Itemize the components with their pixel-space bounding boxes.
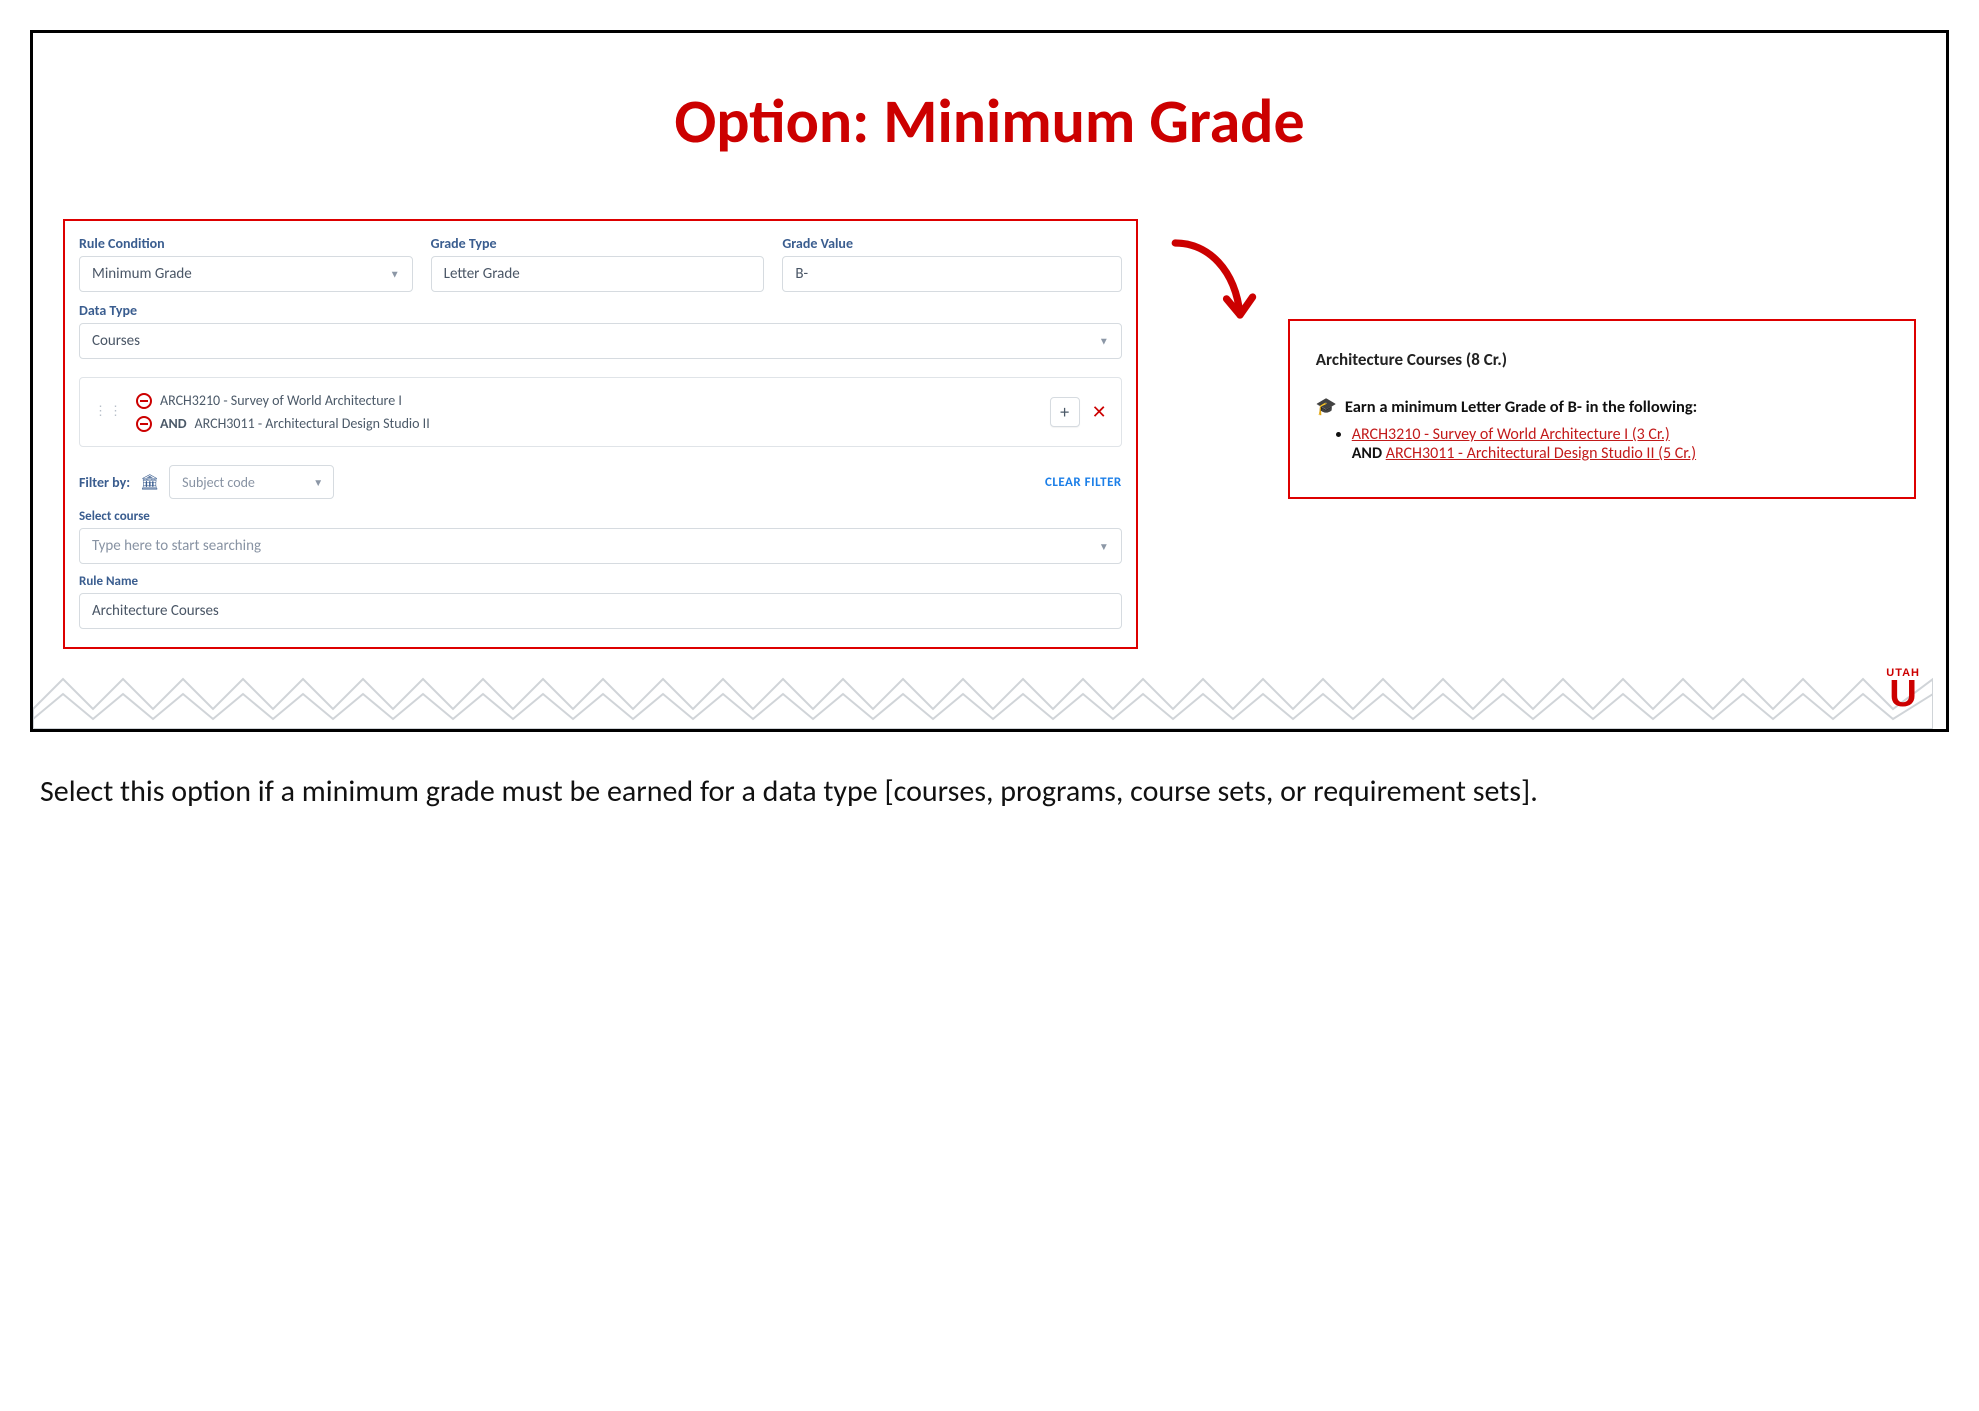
rule-condition-label: Rule Condition <box>79 235 413 252</box>
rule-name-label: Rule Name <box>79 574 1122 589</box>
course-rule-block: ARCH3210 - Survey of World Architecture … <box>79 377 1122 447</box>
operator-and: AND <box>160 415 187 432</box>
rule-name-value: Architecture Courses <box>92 602 219 620</box>
course-search-placeholder: Type here to start searching <box>92 537 261 555</box>
institution-icon: 🏛 <box>140 473 159 492</box>
subject-code-select[interactable]: Subject code ▼ <box>169 465 334 499</box>
drag-handle-icon[interactable] <box>94 409 124 415</box>
data-type-select[interactable]: Courses ▼ <box>79 323 1122 359</box>
course-text: ARCH3210 - Survey of World Architecture … <box>160 392 402 409</box>
course-line: AND ARCH3011 - Architectural Design Stud… <box>136 415 1038 432</box>
rule-condition-select[interactable]: Minimum Grade ▼ <box>79 256 413 292</box>
preview-heading: Architecture Courses (8 Cr.) <box>1316 349 1888 370</box>
slide-frame: Option: Minimum Grade Rule Condition Min… <box>30 30 1949 732</box>
course-link[interactable]: ARCH3210 - Survey of World Architecture … <box>1352 425 1670 444</box>
filter-by-label: Filter by: <box>79 474 130 491</box>
data-type-value: Courses <box>92 332 140 350</box>
delete-block-button[interactable]: ✕ <box>1092 401 1107 423</box>
operator-and: AND <box>1352 444 1382 463</box>
mountain-pattern-icon <box>33 659 1933 729</box>
earn-statement: Earn a minimum Letter Grade of B- in the… <box>1345 397 1697 417</box>
grade-value-label: Grade Value <box>782 235 1121 252</box>
requirement-preview-panel: Architecture Courses (8 Cr.) 🎓 Earn a mi… <box>1288 319 1916 499</box>
grade-type-value: Letter Grade <box>444 265 520 283</box>
data-type-label: Data Type <box>79 302 1122 319</box>
utah-logo-u: U <box>1886 679 1920 709</box>
rule-form-panel: Rule Condition Minimum Grade ▼ Grade Typ… <box>63 219 1138 649</box>
utah-logo: UTAH U <box>1886 667 1920 709</box>
requirement-list: ARCH3210 - Survey of World Architecture … <box>1352 425 1888 463</box>
course-link[interactable]: ARCH3011 - Architectural Design Studio I… <box>1386 444 1696 463</box>
grade-type-select[interactable]: Letter Grade <box>431 256 765 292</box>
clear-filter-button[interactable]: CLEAR FILTER <box>1045 475 1122 490</box>
footer-band: UTAH U <box>33 651 1946 729</box>
slide-title: Option: Minimum Grade <box>33 33 1946 219</box>
chevron-down-icon: ▼ <box>313 476 323 489</box>
course-text: ARCH3011 - Architectural Design Studio I… <box>195 415 430 432</box>
remove-course-icon[interactable] <box>136 416 152 432</box>
select-course-label: Select course <box>79 509 1122 524</box>
grade-value-value: B- <box>795 265 808 283</box>
chevron-down-icon: ▼ <box>1099 335 1109 348</box>
rule-name-input[interactable]: Architecture Courses <box>79 593 1122 629</box>
arrow-icon <box>1168 233 1258 343</box>
graduation-cap-icon: 🎓 <box>1316 396 1337 417</box>
requirement-item: ARCH3210 - Survey of World Architecture … <box>1352 425 1888 463</box>
chevron-down-icon: ▼ <box>390 268 400 281</box>
add-course-button[interactable]: + <box>1050 397 1080 427</box>
course-search-input[interactable]: Type here to start searching ▼ <box>79 528 1122 564</box>
course-line: ARCH3210 - Survey of World Architecture … <box>136 392 1038 409</box>
chevron-down-icon: ▼ <box>1099 540 1109 553</box>
content-row: Rule Condition Minimum Grade ▼ Grade Typ… <box>33 219 1946 649</box>
grade-type-label: Grade Type <box>431 235 765 252</box>
rule-condition-value: Minimum Grade <box>92 265 192 283</box>
grade-value-input[interactable]: B- <box>782 256 1121 292</box>
remove-course-icon[interactable] <box>136 393 152 409</box>
arrow-column <box>1168 219 1258 348</box>
subject-code-placeholder: Subject code <box>182 474 255 491</box>
slide-caption: Select this option if a minimum grade mu… <box>30 772 1949 823</box>
